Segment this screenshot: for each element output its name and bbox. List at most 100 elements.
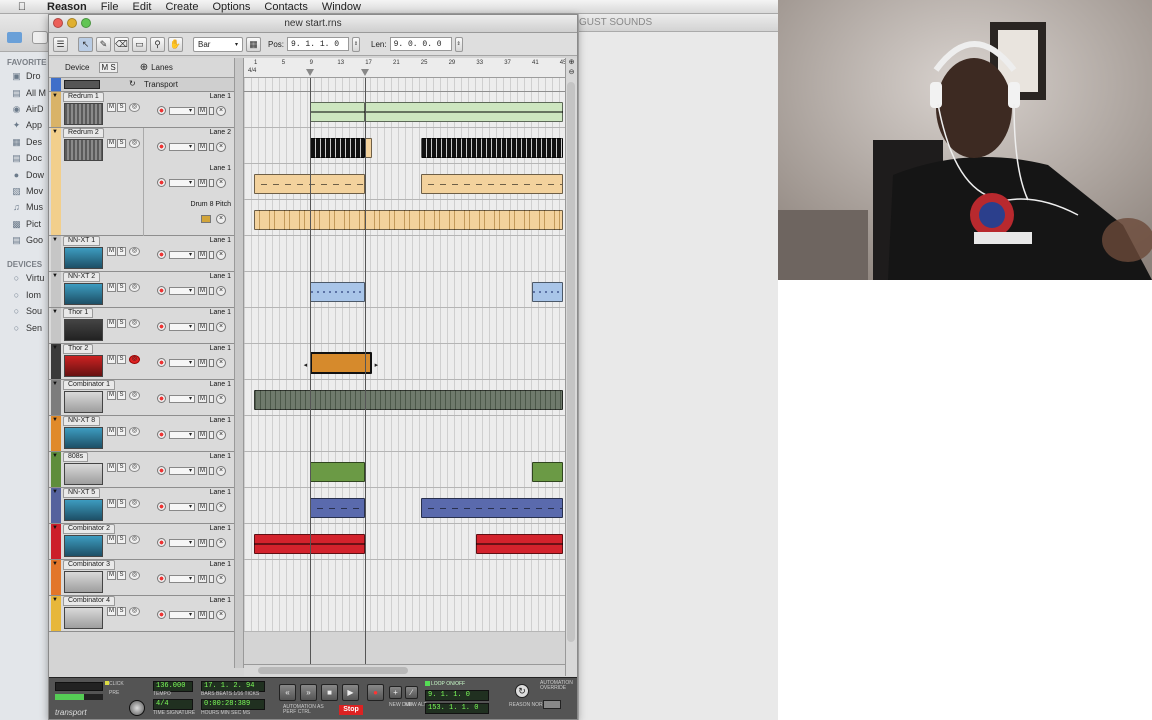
remove-lane-icon[interactable]: × (216, 214, 226, 224)
note-clip[interactable] (532, 282, 563, 302)
monitor-icon[interactable]: ◎ (129, 103, 140, 112)
expand-triangle-icon[interactable]: ▼ (52, 597, 58, 603)
remove-lane-icon[interactable]: × (216, 178, 226, 188)
finder-item[interactable]: ♫ Mus (0, 199, 49, 215)
click-toggle[interactable] (105, 681, 109, 685)
lane-name[interactable]: Lane 1 (210, 489, 231, 496)
track-row[interactable]: ▼ Thor 2 M S ◎ Lane 1 ▾ M × ◂ ▸ (49, 344, 565, 380)
lane-mute-button[interactable]: M (198, 575, 207, 583)
track-sequencer-area[interactable]: ◂ ▸ (244, 344, 565, 380)
monitor-icon[interactable]: ◎ (129, 391, 140, 400)
timeline-ruler[interactable]: 4/4 1 5 9 13 17 21 25 29 33 37 41 45 (244, 58, 566, 78)
record-enable-icon[interactable] (157, 502, 166, 511)
track-solo-button[interactable]: S (117, 355, 126, 364)
note-clip[interactable] (309, 282, 366, 302)
expand-triangle-icon[interactable]: ▼ (52, 309, 58, 315)
transport-track[interactable]: ↻ Transport (49, 78, 565, 92)
folder-icon[interactable] (7, 32, 22, 43)
track-name[interactable]: Thor 2 (63, 344, 94, 354)
record-enable-icon[interactable] (157, 286, 166, 295)
zoom-out-icon[interactable]: ⊖ (567, 68, 576, 77)
note-clip[interactable] (420, 138, 563, 158)
monitor-icon[interactable]: ◎ (129, 139, 140, 148)
snap-select[interactable]: Bar ▾ (193, 36, 243, 52)
track-solo-button[interactable]: S (117, 607, 126, 616)
loop-left-display[interactable]: 9. 1. 1. 0 (425, 690, 489, 701)
snap-toggle-icon[interactable]: ▦ (246, 36, 261, 52)
track-name[interactable]: Combinator 4 (63, 596, 116, 606)
track-mute-button[interactable]: M (107, 499, 116, 508)
track-row[interactable]: ▼ Combinator 3 M S ◎ Lane 1 ▾ M × (49, 560, 565, 596)
lane-mute-button[interactable]: M (198, 611, 207, 619)
automation-clear-button[interactable] (201, 215, 211, 223)
finder-item[interactable]: ▣ Dro (0, 68, 49, 84)
new-alt-button[interactable]: ∕ (405, 686, 418, 699)
zoom-in-icon[interactable]: ⊕ (567, 58, 576, 67)
lane-name[interactable]: Lane 1 (210, 417, 231, 424)
len-field[interactable]: 9. 0. 0. 0 (389, 37, 452, 51)
finder-item[interactable]: ▩ Pict (0, 216, 49, 232)
track-name[interactable]: NN-XT 2 (63, 272, 101, 282)
mute-solo-header[interactable]: M S (99, 62, 118, 73)
monitor-icon[interactable]: ◎ (129, 355, 140, 364)
note-clip[interactable] (420, 498, 563, 518)
expand-triangle-icon[interactable]: ▼ (52, 381, 58, 387)
device-thumbnail[interactable] (64, 139, 103, 161)
track-sequencer-area[interactable] (244, 416, 565, 452)
record-enable-icon[interactable] (157, 178, 166, 187)
finder-item[interactable]: ▦ Des (0, 134, 49, 150)
track-name[interactable]: Combinator 2 (63, 524, 116, 534)
record-enable-icon[interactable] (157, 430, 166, 439)
expand-triangle-icon[interactable]: ▼ (52, 129, 58, 135)
track-row[interactable]: ▼ NN-XT 2 M S ◎ Lane 1 ▾ M × (49, 272, 565, 308)
lane-mute-button[interactable]: M (198, 179, 207, 187)
clip-resize-right-handle[interactable]: ▸ (375, 361, 379, 369)
back-button[interactable] (32, 31, 48, 44)
device-thumbnail[interactable] (64, 391, 103, 413)
remove-lane-icon[interactable]: × (216, 286, 226, 296)
track-name[interactable]: Thor 1 (63, 308, 94, 318)
track-row[interactable]: ▼ Combinator 4 M S ◎ Lane 1 ▾ M × (49, 596, 565, 632)
track-sequencer-area[interactable] (244, 236, 565, 272)
track-name[interactable]: Redrum 2 (63, 128, 104, 138)
note-clip[interactable] (254, 390, 563, 410)
apple-icon[interactable]:  (14, 1, 30, 13)
lane-menu-dropdown[interactable]: ▾ (169, 179, 195, 187)
track-mute-button[interactable]: M (107, 391, 116, 400)
reason-norm-icon[interactable]: ↻ (515, 684, 529, 698)
lane-name[interactable]: Lane 1 (210, 93, 231, 100)
lane-name[interactable]: Lane 1 (210, 273, 231, 280)
track-solo-button[interactable]: S (117, 463, 126, 472)
expand-triangle-icon[interactable]: ▼ (52, 453, 58, 459)
expand-triangle-icon[interactable]: ▼ (52, 273, 58, 279)
play-button[interactable]: ▶ (342, 684, 359, 701)
lane-mute-button[interactable]: M (198, 503, 207, 511)
sequencer-lane[interactable] (244, 452, 565, 488)
track-mute-button[interactable]: M (107, 535, 116, 544)
expand-triangle-icon[interactable]: ▼ (52, 417, 58, 423)
pos-field[interactable]: 9. 1. 1. 0 (287, 37, 350, 51)
remove-lane-icon[interactable]: × (216, 574, 226, 584)
track-mute-button[interactable]: M (107, 319, 116, 328)
lane-menu-dropdown[interactable]: ▾ (169, 539, 195, 547)
track-row[interactable]: ▼ Redrum 2 M S ◎ Lane 2 ▾ M × Lane 1 ▾ M × Drum 8 Pit… (49, 128, 565, 236)
track-mute-button[interactable]: M (107, 283, 116, 292)
track-name[interactable]: 808s (63, 452, 89, 462)
lane-name[interactable]: Lane 1 (210, 165, 231, 172)
track-sequencer-area[interactable] (244, 92, 565, 128)
add-lane-icon[interactable]: ⊕ (140, 62, 148, 73)
len-stepper[interactable]: ⇕ (454, 36, 463, 52)
monitor-icon[interactable]: ◎ (129, 247, 140, 256)
track-name[interactable]: NN-XT 5 (63, 488, 101, 498)
finder-item[interactable]: ○ Virtu (0, 270, 49, 286)
track-row[interactable]: ▼ Thor 1 M S ◎ Lane 1 ▾ M × (49, 308, 565, 344)
track-sequencer-area[interactable] (244, 596, 565, 632)
finder-item[interactable]: ◉ AirD (0, 101, 49, 117)
track-solo-button[interactable]: S (117, 571, 126, 580)
lane-menu-dropdown[interactable]: ▾ (169, 287, 195, 295)
device-thumbnail[interactable] (64, 463, 103, 485)
remove-lane-icon[interactable]: × (216, 106, 226, 116)
track-solo-button[interactable]: S (117, 319, 126, 328)
lane-mute-button[interactable]: M (198, 323, 207, 331)
arrow-tool-icon[interactable]: ↖ (78, 36, 93, 52)
